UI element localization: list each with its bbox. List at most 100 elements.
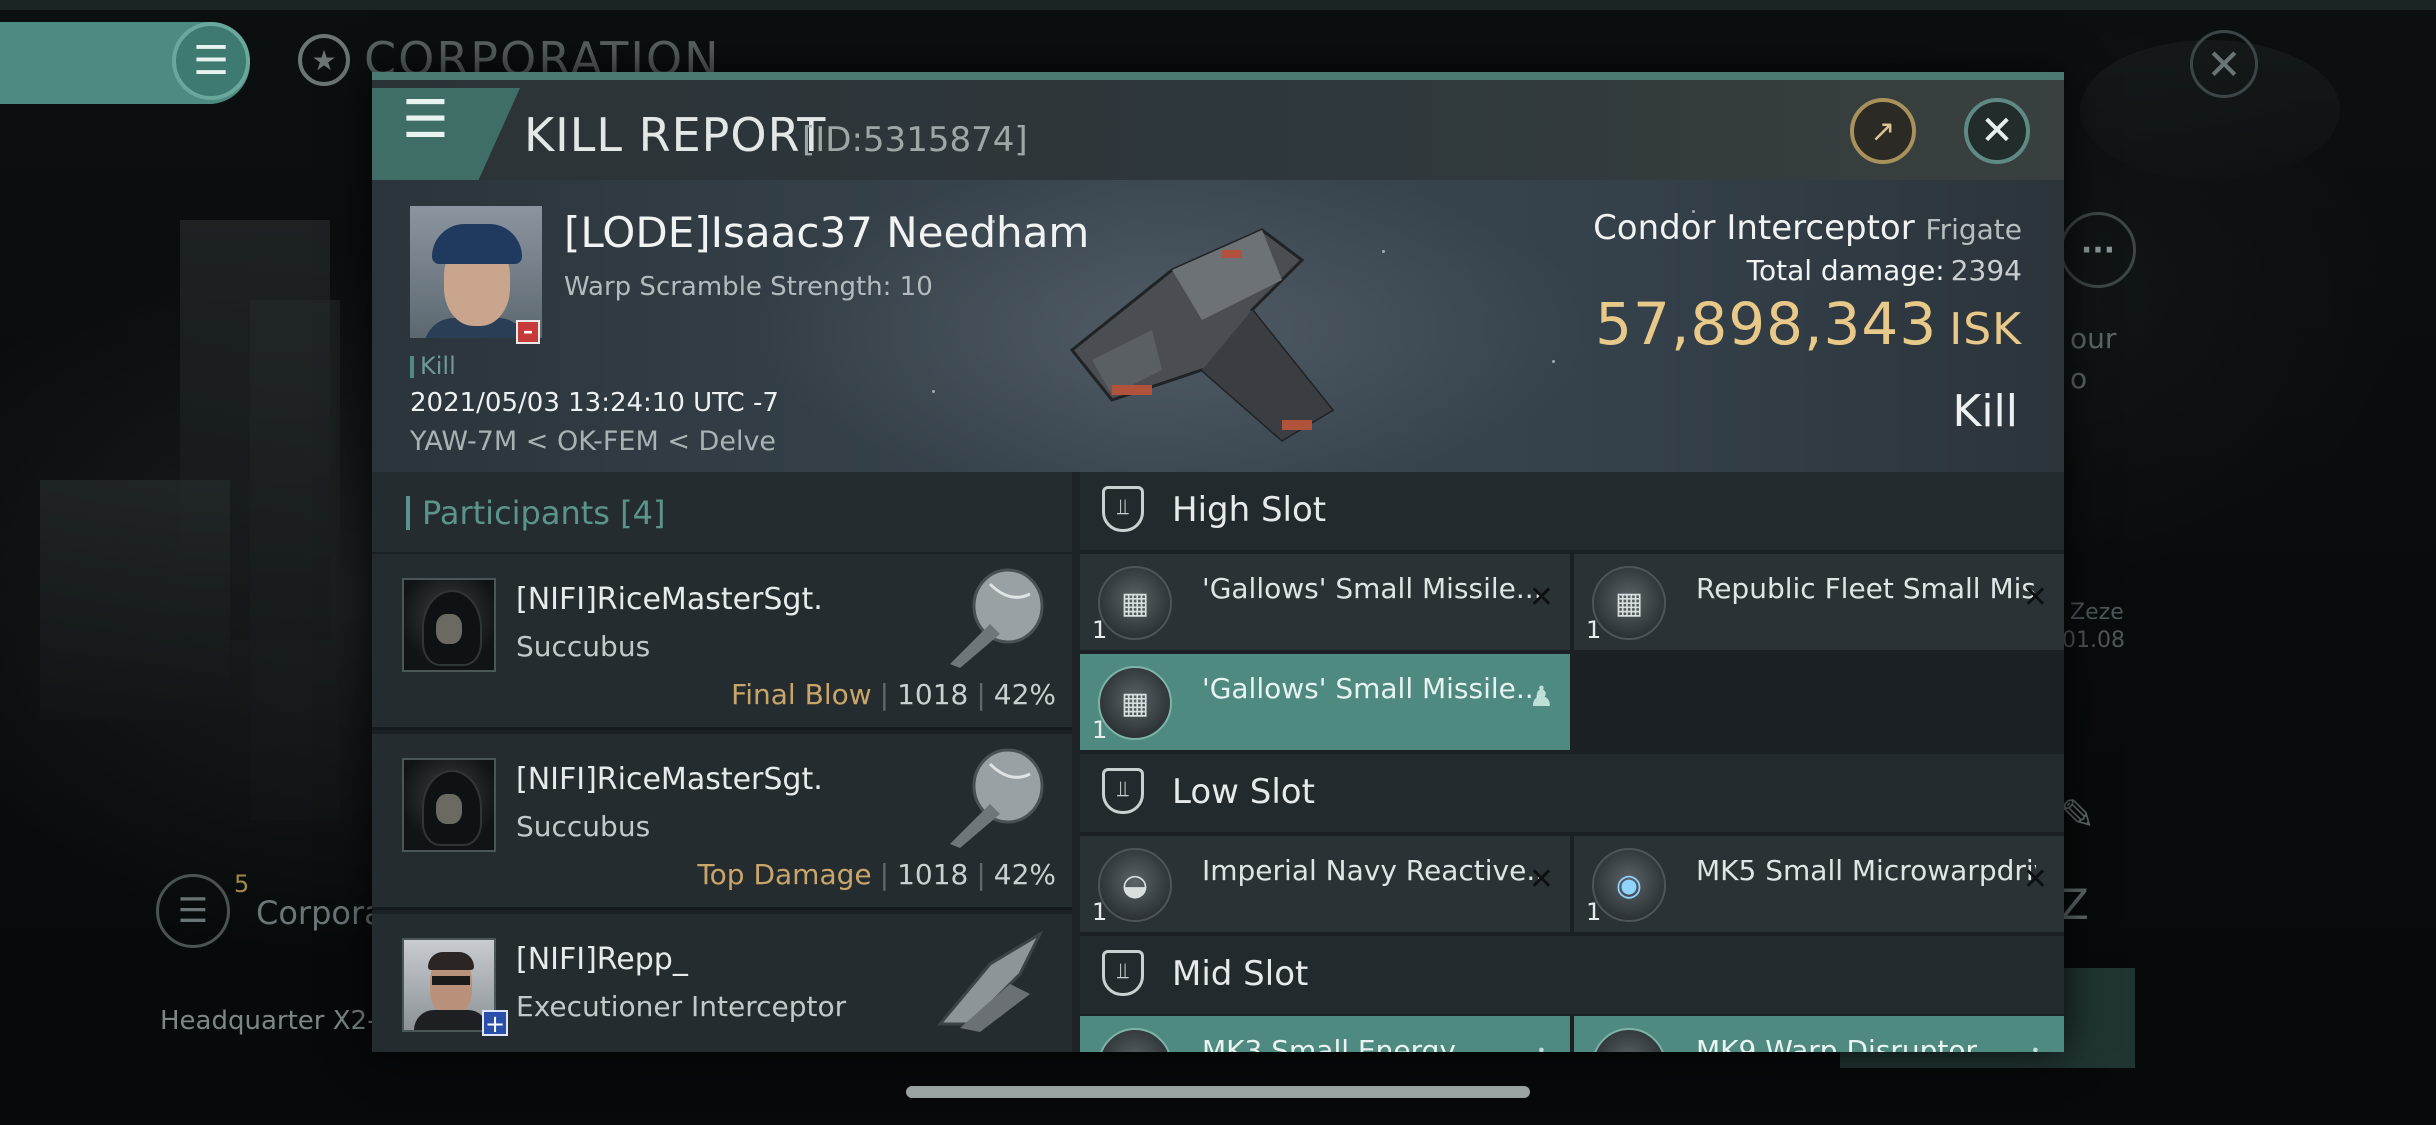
kill-type-tag: Kill [410,352,456,380]
module-quantity: 1 [1092,616,1108,644]
main-menu-button[interactable]: ☰ [172,22,250,100]
participant-name: [NIFI]Repp_ [516,942,688,977]
participant-ship-image [950,568,1044,668]
victim-banner: – [LODE]Isaac37 Needham Warp Scramble St… [372,180,2064,472]
hostile-standing-icon: – [516,320,540,344]
shield-slot-icon: ⫫ [1102,768,1144,814]
participant-tag: Top Damage [697,858,872,891]
module-name: MK9 Warp Disruptor [1696,1034,1978,1052]
participants-count: Participants [4] [422,494,666,532]
shield-slot-icon: ⫫ [1102,950,1144,996]
background-small-text: 01.08 [2062,628,2125,653]
modal-header: ☰ KILL REPORT [ID:5315874] ↗ ✕ [372,80,2064,180]
module-item[interactable]: ▬ MK9 Warp Disruptor ♟ [1574,1016,2064,1052]
person-icon: ♟ [1528,680,1554,713]
participant-row[interactable]: + [NIFI]Repp_ Executioner Interceptor [372,914,1072,1052]
module-item[interactable]: ▦ 1 'Gallows' Small Missile... ✕ [1080,554,1570,650]
missile-launcher-icon: ▦ [1098,666,1172,740]
share-button[interactable]: ↗ [1850,98,1916,164]
kill-report-modal: ☰ KILL REPORT [ID:5315874] ↗ ✕ – [LODE]I… [372,72,2064,1052]
module-item[interactable]: ◉ 1 MK5 Small Microwarpdrive ✕ [1574,836,2064,932]
isk-value: 57,898,343 ISK [1595,290,2022,358]
module-quantity: 1 [1092,898,1108,926]
shield-slot-icon: ⫫ [1102,486,1144,532]
participant-ship: Executioner Interceptor [516,990,847,1023]
participant-percent: 42% [993,678,1056,711]
corporation-label: Corpora [256,894,384,932]
module-item[interactable]: ▮ MK3 Small Energy... ♟ [1080,1016,1570,1052]
person-icon: ♟ [1529,1042,1554,1052]
participant-ship: Succubus [516,810,651,843]
module-item[interactable]: ▦ 1 'Gallows' Small Missile... ♟ [1080,654,1570,750]
participant-row[interactable]: [NIFI]RiceMasterSgt. Succubus Top Damage… [372,734,1072,910]
missile-launcher-icon: ▦ [1098,566,1172,640]
close-icon: ✕ [2206,39,2242,89]
module-name: Republic Fleet Small Missile ... [1696,572,2036,605]
corporation-menu-button[interactable]: ☰ [156,874,230,948]
total-damage: Total damage: 2394 [1747,254,2022,287]
module-item[interactable]: ▦ 1 Republic Fleet Small Missile ... ✕ [1574,554,2064,650]
participant-ship-image [950,748,1044,848]
close-icon: ✕ [1980,108,2014,154]
victim-ship-type[interactable]: Condor Interceptor Frigate [1593,208,2022,248]
module-name: MK5 Small Microwarpdrive [1696,854,2036,887]
kill-location[interactable]: YAW-7M < OK-FEM < Delve [410,426,776,457]
ship-name: Condor Interceptor [1593,208,1915,248]
participant-damage: 1018 [897,858,969,891]
menu-icon: ☰ [402,90,449,150]
module-name: MK3 Small Energy... [1202,1034,1479,1052]
participant-portrait [402,758,496,852]
settings-edit-icon[interactable]: Z [2060,880,2089,929]
module-name: 'Gallows' Small Missile... [1202,672,1542,705]
more-options-button[interactable]: ··· [2060,212,2136,288]
menu-icon: ☰ [193,38,229,84]
slot-label: Low Slot [1172,772,1315,812]
module-name: Imperial Navy Reactive... [1202,854,1542,887]
x-icon: ✕ [2022,580,2048,615]
participant-row[interactable]: [NIFI]RiceMasterSgt. Succubus Final Blow… [372,554,1072,730]
close-button[interactable]: ✕ [1964,98,2030,164]
home-indicator[interactable] [906,1086,1530,1098]
mid-slot-header: ⫫ Mid Slot [1080,936,2064,1014]
participant-stats: Final Blow | 1018 | 42% [731,678,1056,711]
participants-panel[interactable]: Participants [4] [NIFI]RiceMasterSgt. Su… [372,472,1072,1052]
person-icon: ♟ [2023,1042,2048,1052]
fittings-panel[interactable]: ⫫ High Slot ▦ 1 'Gallows' Small Missile.… [1080,472,2064,1052]
microwarpdrive-icon: ◉ [1592,848,1666,922]
module-item[interactable]: ◒ 1 Imperial Navy Reactive... ✕ [1080,836,1570,932]
kill-result: Kill [1952,386,2018,437]
participant-ship-image [936,930,1044,1032]
kill-report-id: [ID:5315874] [802,120,1028,160]
victim-ship-image[interactable] [1052,200,1352,450]
share-icon: ↗ [1870,113,1896,149]
slot-label: High Slot [1172,490,1327,530]
isk-unit: ISK [1949,304,2022,355]
menu-icon: ☰ [177,891,209,931]
corporation-star-icon: ★ [298,34,350,86]
participant-damage: 1018 [897,678,969,711]
victim-name[interactable]: [LODE]Isaac37 Needham [564,208,1089,257]
participant-portrait [402,578,496,672]
edit-icon[interactable]: ✎ [2060,790,2095,839]
x-icon: ✕ [1528,580,1554,615]
x-icon: ✕ [2022,862,2048,897]
module-name: 'Gallows' Small Missile... [1202,572,1542,605]
kill-report-title: KILL REPORT [524,108,827,162]
participant-tag: Final Blow [731,678,872,711]
participants-header: Participants [4] [372,472,1072,552]
total-damage-value: 2394 [1950,254,2022,287]
headquarter-label: Headquarter X2- [160,1006,377,1036]
participant-name: [NIFI]RiceMasterSgt. [516,762,823,797]
missile-launcher-icon: ▦ [1592,566,1666,640]
background-side-text: o [2070,362,2088,395]
friendly-standing-icon: + [482,1010,508,1036]
slot-label: Mid Slot [1172,954,1309,994]
kill-datetime: 2021/05/03 13:24:10 UTC -7 [410,388,779,418]
isk-amount: 57,898,343 [1595,290,1938,358]
armor-plating-icon: ◒ [1098,848,1172,922]
low-slot-header: ⫫ Low Slot [1080,754,2064,832]
total-damage-label: Total damage: [1746,254,1945,287]
high-slot-header: ⫫ High Slot [1080,472,2064,550]
participant-stats: Top Damage | 1018 | 42% [697,858,1056,891]
background-close-button[interactable]: ✕ [2190,30,2258,98]
